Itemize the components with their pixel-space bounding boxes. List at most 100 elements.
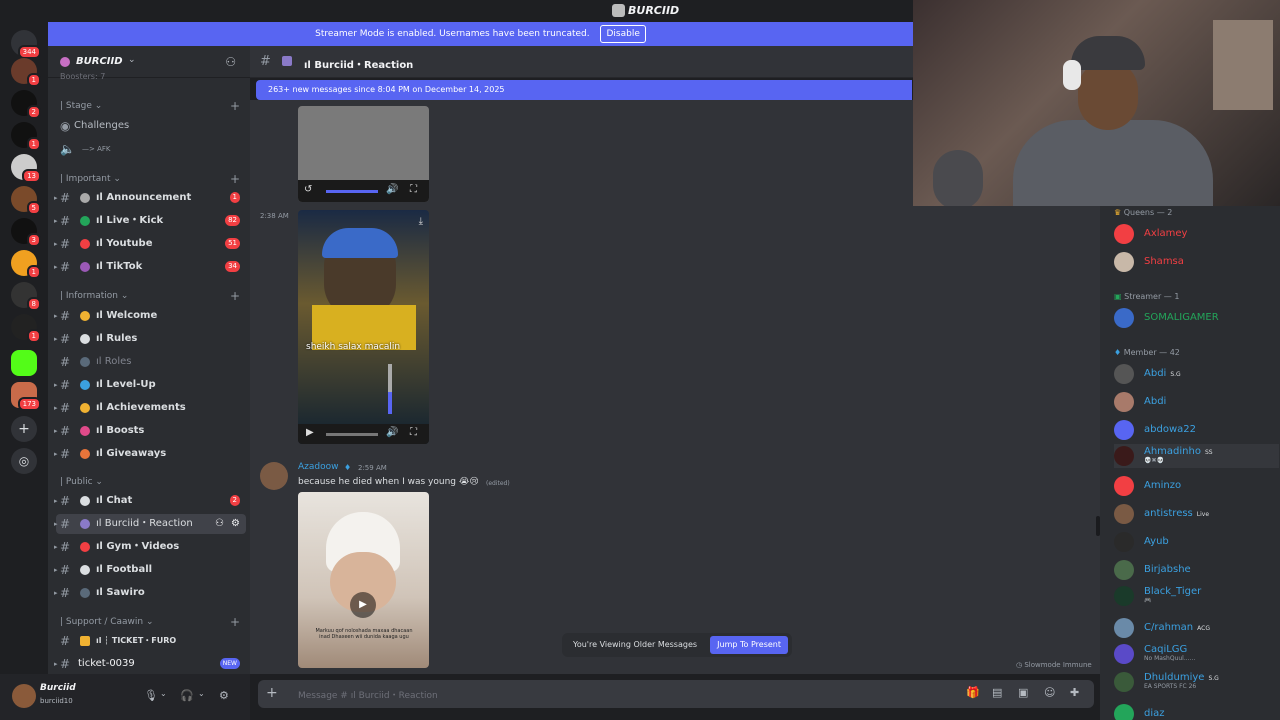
chevron-down-icon[interactable]: ⌄ (160, 689, 167, 698)
channel-giveaways[interactable]: ▸ # ıl Giveaways (54, 444, 246, 464)
message-author[interactable]: Azadoow (298, 462, 338, 472)
jump-to-present-button[interactable]: Jump To Present (710, 636, 788, 654)
channel-youtube[interactable]: ▸ # ıl Youtube 51 (54, 234, 246, 254)
member-item[interactable]: Black_Tiger 🎮 (1114, 584, 1279, 608)
new-messages-bar[interactable]: 263+ new messages since 8:04 PM on Decem… (256, 80, 912, 100)
channel-level-up[interactable]: ▸ # ıl Level-Up (54, 375, 246, 395)
channel-sawiro[interactable]: ▸ # ıl Sawiro (54, 583, 246, 603)
member-item[interactable]: abdowa22 (1114, 418, 1279, 442)
video-embed[interactable]: sheikh salax macalin ⤓ ▶ 🔊 ⛶ (298, 210, 429, 444)
create-channel-icon[interactable]: + (230, 172, 240, 186)
server-icon[interactable]: 1 (11, 58, 41, 87)
volume-icon[interactable]: 🔊 (386, 184, 398, 195)
category-support[interactable]: | Support / Caawin ⌄ + (60, 615, 240, 629)
progress-bar[interactable] (326, 433, 378, 436)
microphone-icon[interactable]: 🎙 (144, 689, 158, 702)
channel-gym-videos[interactable]: ▸ # ıl Gym・Videos (54, 537, 246, 557)
create-channel-icon[interactable]: + (230, 615, 240, 629)
chevron-down-icon[interactable]: ⌄ (198, 689, 205, 698)
channel-tiktok[interactable]: ▸ # ıl TikTok 34 (54, 257, 246, 277)
add-attachment-icon[interactable]: + (266, 685, 278, 701)
video-embed[interactable]: ▶ Markuu qof noloshada maxaa dhacaan ina… (298, 492, 429, 668)
server-icon[interactable]: 2 (11, 90, 41, 119)
server-icon[interactable]: 3 (11, 218, 41, 247)
kick-server-icon[interactable] (11, 350, 37, 376)
channel-football[interactable]: ▸ # ıl Football (54, 560, 246, 580)
server-icon[interactable]: 1 (11, 314, 41, 343)
replay-icon[interactable]: ↺ (304, 184, 312, 195)
channel-chat[interactable]: ▸ # ıl Chat 2 (54, 491, 246, 511)
avatar[interactable] (12, 684, 36, 708)
category-information[interactable]: | Information ⌄ + (60, 289, 240, 303)
message-input[interactable]: Message # ıl Burciid・Reaction (298, 688, 438, 701)
download-icon[interactable]: ⤓ (419, 216, 423, 227)
member-item[interactable]: Abdi S.G (1114, 362, 1279, 386)
username[interactable]: Burciid (40, 683, 76, 693)
add-server-icon[interactable]: + (11, 416, 37, 442)
channel-ticket-furo[interactable]: # ıl ┆ TICKET・FURO (56, 631, 246, 651)
channel-burciid-reaction[interactable]: ▸ # ıl Burciid・Reaction ⚇ ⚙ (54, 514, 246, 534)
sticker-icon[interactable]: ▣ (1018, 686, 1028, 699)
member-item[interactable]: Aminzo (1114, 474, 1279, 498)
channel-live-kick[interactable]: ▸ # ıl Live・Kick 82 (54, 211, 246, 231)
member-item[interactable]: C/rahman ACG (1114, 616, 1279, 640)
channel-welcome[interactable]: ▸ # ıl Welcome (54, 306, 246, 326)
message-timestamp: 2:59 AM (358, 464, 387, 472)
member-item[interactable]: Ahmadinho SS 💀✖💀 (1114, 444, 1279, 468)
member-item[interactable]: Shamsa (1114, 250, 1279, 274)
role-header: ▣ Streamer — 1 (1114, 292, 1179, 301)
server-icon[interactable]: 1 (11, 122, 41, 151)
create-channel-icon[interactable]: + (230, 289, 240, 303)
member-item[interactable]: Ayub (1114, 530, 1279, 554)
volume-slider[interactable] (388, 364, 392, 414)
member-item[interactable]: Birjabshe (1114, 558, 1279, 582)
discover-icon[interactable]: ◎ (11, 448, 37, 474)
chevron-right-icon: ▸ (54, 312, 58, 320)
chevron-right-icon: ▸ (54, 217, 58, 225)
server-icon[interactable]: 1 (11, 250, 41, 279)
invite-icon[interactable]: ⚇ (215, 514, 224, 534)
disable-button[interactable]: Disable (600, 25, 646, 43)
channel-ticket-0039[interactable]: ▸ # ticket-0039 NEW (54, 654, 246, 674)
channel-label: ıl Football (96, 564, 153, 575)
channel-rules[interactable]: ▸ # ıl Rules (54, 329, 246, 349)
gear-icon[interactable]: ⚙ (231, 514, 240, 534)
video-embed[interactable]: ↺ 🔊 ⛶ (298, 106, 429, 202)
channel-announcement[interactable]: ▸ # ıl Announcement 1 (54, 188, 246, 208)
gear-icon[interactable]: ⚙ (219, 689, 229, 702)
emoji-icon[interactable]: ☺ (1044, 686, 1055, 699)
fullscreen-icon[interactable]: ⛶ (410, 184, 417, 195)
server-icon[interactable]: 13 (11, 154, 41, 183)
member-item[interactable]: Axlamey (1114, 222, 1279, 246)
gif-icon[interactable]: ▤ (992, 686, 1002, 699)
avatar[interactable] (260, 462, 288, 490)
discord-home-icon[interactable]: 344 (11, 30, 41, 59)
fullscreen-icon[interactable]: ⛶ (410, 427, 417, 438)
server-icon[interactable]: 8 (11, 282, 41, 311)
create-channel-icon[interactable]: + (230, 99, 240, 113)
play-icon[interactable]: ▶ (306, 427, 314, 438)
category-stage[interactable]: | Stage ⌄ + (60, 99, 240, 113)
member-item[interactable]: Dhuldumiye S.G EA SPORTS FC 26 (1114, 670, 1279, 694)
play-icon[interactable]: ▶ (350, 592, 376, 618)
stage-channel[interactable]: ◉ Challenges (56, 116, 246, 136)
gift-icon[interactable]: 🎁 (966, 686, 980, 699)
server-icon[interactable]: 5 (11, 186, 41, 215)
channel-roles[interactable]: # ıl Roles (56, 352, 246, 372)
voice-channel-afk[interactable]: 🔈 —> AFK (56, 139, 246, 159)
member-item[interactable]: SOMALIGAMER (1114, 306, 1279, 330)
volume-icon[interactable]: 🔊 (386, 427, 398, 438)
server-icon[interactable]: 173 (11, 382, 41, 411)
channel-boosts[interactable]: ▸ # ıl Boosts (54, 421, 246, 441)
headphones-icon[interactable]: 🎧 (180, 689, 194, 702)
member-item[interactable]: Abdi (1114, 390, 1279, 414)
member-item[interactable]: diaz (1114, 702, 1279, 720)
category-important[interactable]: | Important ⌄ + (60, 172, 240, 186)
category-public[interactable]: | Public ⌄ (60, 477, 103, 487)
member-item[interactable]: antistress Live (1114, 502, 1279, 526)
member-item[interactable]: CaqiLGG No MashQuul...... (1114, 642, 1279, 666)
invite-people-icon[interactable]: ⚇ (225, 55, 236, 69)
channel-achievements[interactable]: ▸ # ıl Achievements (54, 398, 246, 418)
apps-icon[interactable]: ✚ (1070, 686, 1079, 699)
progress-bar[interactable] (326, 190, 378, 193)
